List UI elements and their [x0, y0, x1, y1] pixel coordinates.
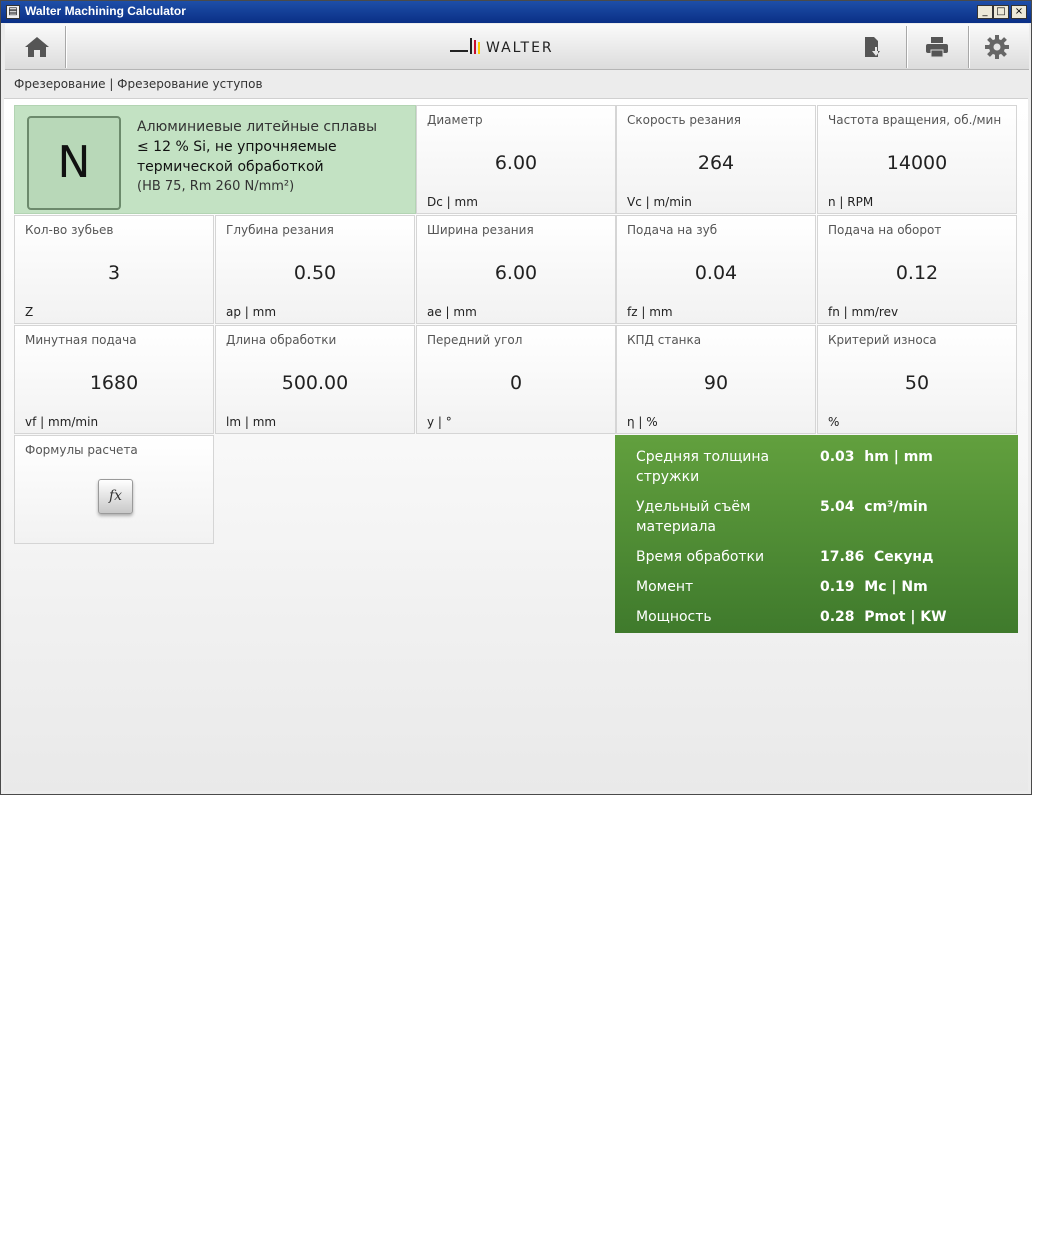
material-name: Алюминиевые литейные сплавы: [137, 119, 378, 135]
walter-logo: WALTER: [450, 34, 580, 60]
param-value: 0.50: [293, 262, 337, 284]
material-hardness: (HB 75, Rm 260 N/mm²): [137, 179, 295, 194]
param-label: Диаметр: [427, 113, 483, 127]
app-icon: ▤: [6, 5, 20, 19]
param-cutting-depth[interactable]: Глубина резания 0.50 ap | mm: [215, 215, 415, 324]
param-machining-length[interactable]: Длина обработки 500.00 lm | mm: [215, 325, 415, 434]
param-unit: %: [828, 415, 840, 429]
param-unit: lm | mm: [226, 415, 277, 429]
param-cutting-width[interactable]: Ширина резания 6.00 ae | mm: [416, 215, 616, 324]
param-label: Кол-во зубьев: [25, 223, 114, 237]
result-value: 17.86 Секунд: [820, 549, 934, 565]
formulas-card: Формулы расчета fx: [14, 435, 214, 544]
param-label: Минутная подача: [25, 333, 137, 347]
result-value: 5.04 cm³/min: [820, 499, 928, 515]
param-label: Критерий износа: [828, 333, 937, 347]
formulas-label: Формулы расчета: [25, 443, 138, 457]
material-spec-line: ≤ 12 % Si, не упрочняемые: [137, 139, 337, 155]
home-icon: [25, 37, 49, 57]
param-label: Передний угол: [427, 333, 523, 347]
param-label: Частота вращения, об./мин: [828, 113, 1002, 127]
param-label: Скорость резания: [627, 113, 741, 127]
param-machine-efficiency[interactable]: КПД станка 90 η | %: [616, 325, 816, 434]
minimize-button[interactable]: _: [977, 5, 993, 19]
param-value: 6.00: [494, 152, 538, 174]
param-unit: Vc | m/min: [627, 195, 692, 209]
param-rake-angle[interactable]: Передний угол 0 y | °: [416, 325, 616, 434]
maximize-button[interactable]: □: [993, 5, 1009, 19]
print-icon: [926, 37, 948, 58]
breadcrumb-divider: [4, 98, 1028, 99]
param-teeth-count[interactable]: Кол-во зубьев 3 Z: [14, 215, 214, 324]
param-diameter[interactable]: Диаметр 6.00 Dc | mm: [416, 105, 616, 214]
result-label: Удельный съём материала: [636, 499, 751, 535]
param-value: 90: [703, 372, 729, 394]
param-value: 3: [107, 262, 121, 284]
param-label: Ширина резания: [427, 223, 534, 237]
param-label: КПД станка: [627, 333, 702, 347]
home-button[interactable]: [7, 24, 67, 70]
param-unit: n | RPM: [828, 195, 874, 209]
param-unit: η | %: [627, 415, 658, 429]
param-label: Длина обработки: [226, 333, 337, 347]
breadcrumb: Фрезерование | Фрезерование уступов: [14, 77, 263, 91]
material-group-badge: N: [27, 116, 121, 210]
window-title: Walter Machining Calculator: [25, 4, 186, 18]
param-label: Подача на оборот: [828, 223, 942, 237]
export-icon: [865, 37, 880, 57]
param-value: 6.00: [494, 262, 538, 284]
param-label: Подача на зуб: [627, 223, 718, 237]
param-value: 1680: [89, 372, 139, 394]
formulas-button[interactable]: fx: [98, 479, 133, 514]
results-panel: Средняя толщина стружки 0.03 hm | mm Уде…: [615, 435, 1018, 633]
param-feed-rate[interactable]: Минутная подача 1680 vf | mm/min: [14, 325, 214, 434]
param-value: 264: [697, 152, 735, 174]
toolbar: WALTER: [5, 24, 1029, 70]
export-button[interactable]: [843, 24, 903, 70]
param-feed-per-rev[interactable]: Подача на оборот 0.12 fn | mm/rev: [817, 215, 1017, 324]
param-value: 500.00: [281, 372, 349, 394]
toolbar-separator: [65, 26, 66, 68]
param-value: 0.04: [694, 262, 738, 284]
param-unit: Z: [25, 305, 34, 319]
material-spec-line: термической обработкой: [137, 159, 324, 175]
result-label: Мощность: [636, 609, 712, 625]
param-label: Глубина резания: [226, 223, 334, 237]
title-bar[interactable]: ▤ Walter Machining Calculator _ □ ×: [1, 1, 1031, 23]
result-value: 0.19 Mc | Nm: [820, 579, 928, 595]
param-value: 50: [904, 372, 930, 394]
settings-button[interactable]: [967, 24, 1027, 70]
param-unit: Dc | mm: [427, 195, 478, 209]
param-unit: ap | mm: [226, 305, 277, 319]
param-unit: fz | mm: [627, 305, 673, 319]
param-value: 0.12: [895, 262, 939, 284]
param-unit: vf | mm/min: [25, 415, 99, 429]
param-unit: y | °: [427, 415, 452, 429]
param-unit: fn | mm/rev: [828, 305, 899, 319]
print-button[interactable]: [907, 24, 967, 70]
param-value: 0: [509, 372, 523, 394]
param-value: 14000: [886, 152, 948, 174]
result-value: 0.03 hm | mm: [820, 449, 933, 465]
result-label: Средняя толщина стружки: [636, 449, 770, 485]
param-wear-criterion[interactable]: Критерий износа 50 %: [817, 325, 1017, 434]
param-spindle-speed[interactable]: Частота вращения, об./мин 14000 n | RPM: [817, 105, 1017, 214]
svg-text:WALTER: WALTER: [486, 40, 554, 56]
result-value: 0.28 Pmot | KW: [820, 609, 947, 625]
gear-icon: [985, 35, 1009, 59]
param-cutting-speed[interactable]: Скорость резания 264 Vc | m/min: [616, 105, 816, 214]
material-card[interactable]: N Алюминиевые литейные сплавы ≤ 12 % Si,…: [14, 105, 416, 214]
result-label: Время обработки: [636, 549, 765, 565]
close-button[interactable]: ×: [1011, 5, 1027, 19]
param-feed-per-tooth[interactable]: Подача на зуб 0.04 fz | mm: [616, 215, 816, 324]
result-label: Момент: [636, 579, 694, 595]
param-unit: ae | mm: [427, 305, 477, 319]
